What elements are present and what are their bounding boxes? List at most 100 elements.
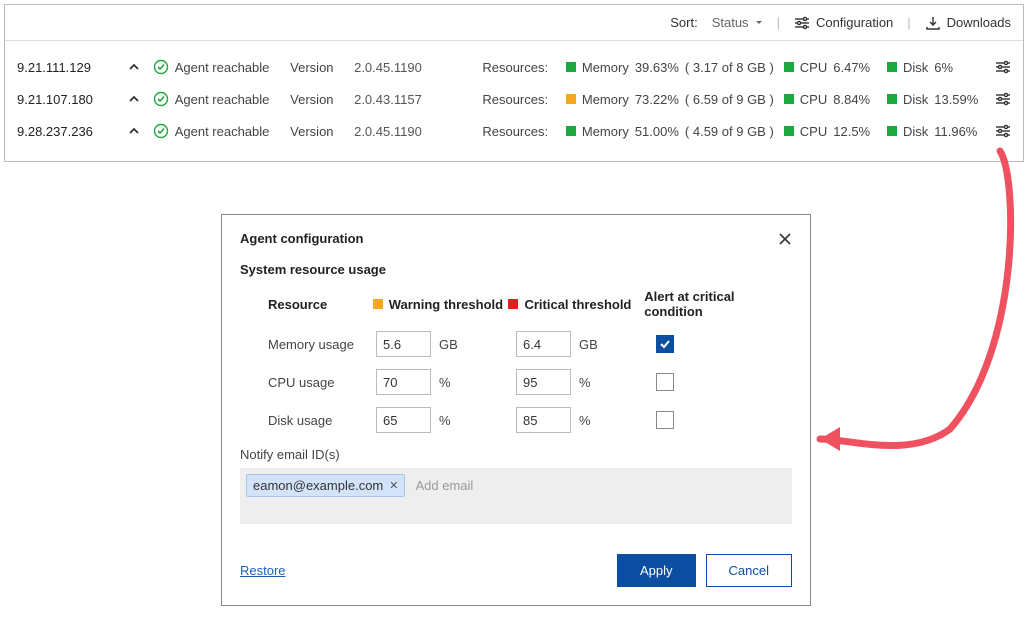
agent-row: 9.28.237.236 Agent reachable Version 2.0.45… bbox=[5, 115, 1023, 147]
agent-rows: 9.21.111.129 Agent reachable Version 2.0.45… bbox=[5, 41, 1023, 161]
alert-checkbox[interactable] bbox=[656, 373, 674, 391]
expand-toggle[interactable] bbox=[125, 94, 143, 104]
dialog-footer: Restore Apply Cancel bbox=[222, 528, 810, 605]
email-input[interactable] bbox=[411, 474, 595, 497]
separator: | bbox=[907, 15, 910, 30]
agent-row: 9.21.111.129 Agent reachable Version 2.0.45… bbox=[5, 51, 1023, 83]
warning-unit: GB bbox=[439, 337, 458, 352]
hdr-critical: Critical threshold bbox=[508, 297, 644, 312]
warning-input[interactable] bbox=[376, 331, 431, 357]
critical-color-icon bbox=[508, 299, 518, 309]
disk-status-icon bbox=[887, 62, 897, 72]
check-icon bbox=[659, 338, 671, 350]
warning-input[interactable] bbox=[376, 369, 431, 395]
resources-label: Resources: bbox=[482, 124, 556, 139]
row-config-button[interactable] bbox=[995, 124, 1011, 138]
alert-checkbox[interactable] bbox=[656, 411, 674, 429]
email-box[interactable]: eamon@example.com ✕ bbox=[240, 468, 792, 524]
check-circle-icon bbox=[153, 59, 169, 75]
dialog-title: Agent configuration bbox=[240, 231, 364, 246]
agent-ip: 9.21.111.129 bbox=[17, 60, 115, 75]
memory-status-icon bbox=[566, 94, 576, 104]
agent-ip: 9.21.107.180 bbox=[17, 92, 115, 107]
downloads-button[interactable]: Downloads bbox=[925, 15, 1011, 30]
critical-input[interactable] bbox=[516, 369, 571, 395]
sort-dropdown[interactable]: Status bbox=[712, 15, 763, 30]
row-config-button[interactable] bbox=[995, 60, 1011, 74]
restore-link[interactable]: Restore bbox=[240, 563, 286, 578]
version-label: Version bbox=[290, 124, 344, 139]
alert-cell bbox=[656, 335, 674, 353]
version-label: Version bbox=[290, 92, 344, 107]
critical-unit: % bbox=[579, 375, 591, 390]
threshold-label: Disk usage bbox=[268, 413, 376, 428]
warning-input[interactable] bbox=[376, 407, 431, 433]
resources-label: Resources: bbox=[482, 92, 556, 107]
memory-metric: Memory39.63%( 3.17 of 8 GB ) bbox=[566, 60, 774, 75]
remove-email-button[interactable]: ✕ bbox=[389, 479, 398, 492]
critical-input-group: GB bbox=[516, 331, 656, 357]
expand-toggle[interactable] bbox=[125, 62, 143, 72]
cancel-button[interactable]: Cancel bbox=[706, 554, 792, 587]
dialog-header: Agent configuration bbox=[222, 215, 810, 256]
agent-status: Agent reachable bbox=[153, 123, 280, 139]
critical-input[interactable] bbox=[516, 331, 571, 357]
disk-status-icon bbox=[887, 126, 897, 136]
cpu-metric: CPU8.84% bbox=[784, 92, 877, 107]
alert-cell bbox=[656, 373, 674, 391]
critical-input-group: % bbox=[516, 369, 656, 395]
disk-metric: Disk6% bbox=[887, 60, 985, 75]
configuration-button[interactable]: Configuration bbox=[794, 15, 893, 30]
alert-checkbox[interactable] bbox=[656, 335, 674, 353]
check-circle-icon bbox=[153, 123, 169, 139]
threshold-row: Disk usage%% bbox=[240, 407, 792, 433]
critical-input-group: % bbox=[516, 407, 656, 433]
critical-input[interactable] bbox=[516, 407, 571, 433]
agent-status: Agent reachable bbox=[153, 91, 280, 107]
close-button[interactable] bbox=[778, 232, 792, 246]
sort-value: Status bbox=[712, 15, 749, 30]
disk-status-icon bbox=[887, 94, 897, 104]
threshold-label: CPU usage bbox=[268, 375, 376, 390]
email-chip-text: eamon@example.com bbox=[253, 478, 383, 493]
cpu-metric: CPU12.5% bbox=[784, 124, 877, 139]
agents-panel: Sort: Status | Configuration | Downloads… bbox=[4, 4, 1024, 162]
agent-status: Agent reachable bbox=[153, 59, 280, 75]
hdr-resource: Resource bbox=[268, 297, 373, 312]
sliders-icon bbox=[995, 124, 1011, 138]
threshold-row: Memory usageGBGB bbox=[240, 331, 792, 357]
dialog-body: System resource usage Resource Warning t… bbox=[222, 256, 810, 528]
email-chip: eamon@example.com ✕ bbox=[246, 474, 405, 497]
version-label: Version bbox=[290, 60, 344, 75]
toolbar: Sort: Status | Configuration | Downloads bbox=[5, 5, 1023, 41]
warning-input-group: % bbox=[376, 407, 516, 433]
warning-unit: % bbox=[439, 375, 451, 390]
version-value: 2.0.45.1190 bbox=[354, 60, 442, 75]
memory-metric: Memory73.22%( 6.59 of 9 GB ) bbox=[566, 92, 774, 107]
alert-cell bbox=[656, 411, 674, 429]
agent-config-dialog: Agent configuration System resource usag… bbox=[221, 214, 811, 606]
warning-color-icon bbox=[373, 299, 383, 309]
section-title: System resource usage bbox=[240, 262, 792, 277]
version-value: 2.0.45.1190 bbox=[354, 124, 442, 139]
warning-input-group: GB bbox=[376, 331, 516, 357]
sliders-icon bbox=[995, 92, 1011, 106]
agent-row: 9.21.107.180Agent reachableVersion2.0.43… bbox=[5, 83, 1023, 115]
cpu-status-icon bbox=[784, 126, 794, 136]
threshold-header: Resource Warning threshold Critical thre… bbox=[240, 289, 792, 319]
expand-toggle[interactable] bbox=[125, 126, 143, 136]
memory-status-icon bbox=[566, 62, 576, 72]
apply-button[interactable]: Apply bbox=[617, 554, 696, 587]
annotation-arrow bbox=[800, 139, 1030, 459]
agent-ip: 9.28.237.236 bbox=[17, 124, 115, 139]
row-config-button[interactable] bbox=[995, 92, 1011, 106]
memory-status-icon bbox=[566, 126, 576, 136]
hdr-warning: Warning threshold bbox=[373, 297, 509, 312]
chevron-up-icon bbox=[128, 62, 140, 72]
separator: | bbox=[777, 15, 780, 30]
sliders-icon bbox=[995, 60, 1011, 74]
chevron-up-icon bbox=[128, 126, 140, 136]
cpu-metric: CPU6.47% bbox=[784, 60, 877, 75]
chevron-up-icon bbox=[128, 94, 140, 104]
check-circle-icon bbox=[153, 91, 169, 107]
